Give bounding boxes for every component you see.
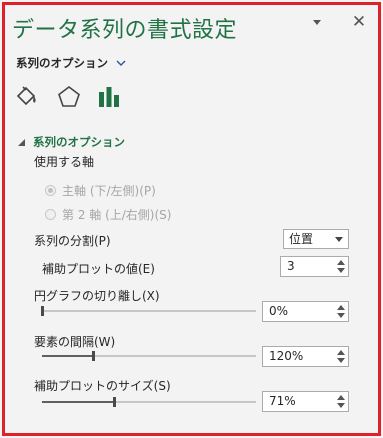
- pane-title: データ系列の書式設定: [12, 18, 238, 43]
- secondary-plot-value-spinner[interactable]: 3: [280, 256, 349, 277]
- pie-explosion-label: 円グラフの切り離し(X): [34, 289, 160, 303]
- slider-thumb[interactable]: [92, 351, 96, 361]
- spin-down-icon[interactable]: [337, 313, 345, 318]
- gap-width-spinner[interactable]: 120%: [262, 346, 349, 367]
- pentagon-icon[interactable]: [56, 84, 82, 110]
- format-data-series-pane: データ系列の書式設定 ✕ 系列のオプション 系列のオプション 使用する軸 主軸 …: [0, 0, 383, 438]
- paint-bucket-icon[interactable]: [14, 84, 40, 110]
- secondary-axis-radio[interactable]: 第 2 軸 (上/右側)(S): [45, 206, 171, 223]
- close-icon[interactable]: ✕: [351, 13, 367, 31]
- spin-up-icon[interactable]: [337, 350, 345, 355]
- primary-axis-radio[interactable]: 主軸 (下/左側)(P): [45, 182, 156, 199]
- slider-thumb[interactable]: [112, 397, 116, 407]
- slider-fill: [42, 401, 114, 403]
- task-pane-options-icon[interactable]: [311, 17, 323, 29]
- gap-width-value[interactable]: 120%: [269, 347, 303, 366]
- spin-down-icon[interactable]: [337, 403, 345, 408]
- gap-width-slider[interactable]: [42, 351, 256, 361]
- gap-width-label: 要素の間隔(W): [34, 335, 116, 349]
- split-series-value: 位置: [289, 232, 314, 246]
- pie-explosion-spinner[interactable]: 0%: [262, 301, 349, 322]
- second-plot-size-spinner[interactable]: 71%: [262, 391, 349, 412]
- collapse-triangle-icon: [18, 138, 25, 146]
- secondary-plot-value-label: 補助プロットの値(E): [42, 262, 155, 276]
- spin-down-icon[interactable]: [337, 268, 345, 273]
- slider-thumb[interactable]: [41, 306, 44, 316]
- second-plot-size-slider[interactable]: [42, 397, 256, 407]
- slider-fill: [42, 355, 94, 357]
- pie-explosion-value[interactable]: 0%: [269, 302, 288, 321]
- spin-up-icon[interactable]: [337, 305, 345, 310]
- spin-up-icon[interactable]: [337, 395, 345, 400]
- series-options-dropdown-label: 系列のオプション: [16, 56, 108, 70]
- spin-up-icon[interactable]: [337, 260, 345, 265]
- axis-label: 使用する軸: [34, 155, 95, 169]
- series-options-section-header[interactable]: 系列のオプション: [18, 134, 125, 150]
- second-plot-size-label: 補助プロットのサイズ(S): [34, 379, 171, 393]
- radio-button[interactable]: [45, 185, 56, 196]
- primary-axis-label: 主軸 (下/左側)(P): [62, 184, 156, 198]
- section-title: 系列のオプション: [33, 135, 125, 149]
- split-series-select[interactable]: 位置: [283, 229, 349, 249]
- pie-explosion-slider[interactable]: [41, 306, 256, 316]
- bar-chart-icon[interactable]: [96, 84, 122, 110]
- secondary-axis-label: 第 2 軸 (上/右側)(S): [62, 208, 172, 222]
- dropdown-arrow-icon: [335, 237, 343, 242]
- radio-button[interactable]: [45, 209, 56, 220]
- second-plot-size-value[interactable]: 71%: [269, 392, 296, 411]
- chevron-down-icon: [116, 60, 126, 66]
- secondary-plot-value[interactable]: 3: [287, 257, 295, 276]
- spin-down-icon[interactable]: [337, 358, 345, 363]
- series-options-dropdown[interactable]: 系列のオプション: [16, 55, 126, 71]
- split-series-label: 系列の分割(P): [34, 234, 111, 248]
